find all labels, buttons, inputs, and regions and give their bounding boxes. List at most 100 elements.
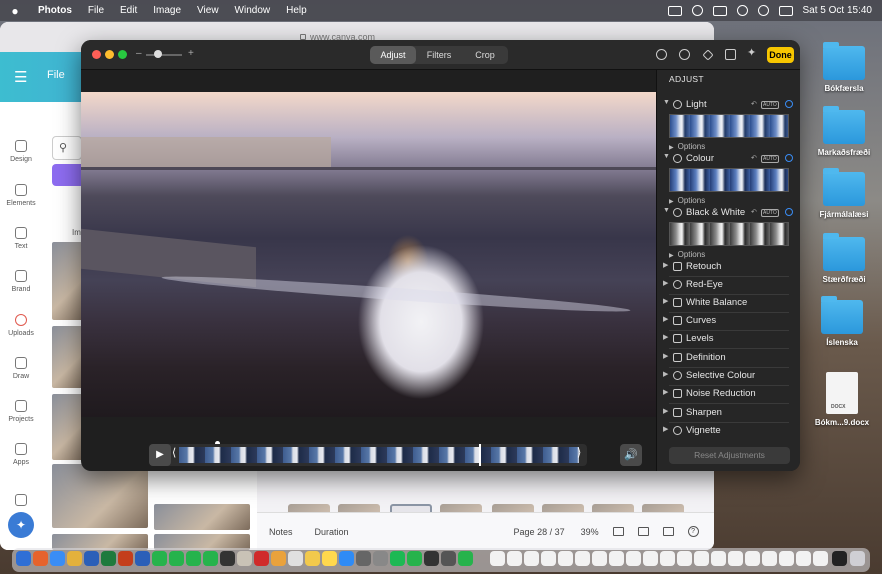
zoom-level[interactable]: 39%: [581, 527, 599, 537]
page-indicator[interactable]: Page 28 / 37: [514, 527, 565, 537]
chevron-down-icon[interactable]: ▼: [663, 207, 670, 214]
section-sharpen[interactable]: ▶ Sharpen: [661, 406, 797, 420]
document-icon[interactable]: [524, 551, 539, 566]
rotate-icon[interactable]: [725, 49, 736, 60]
trash-icon[interactable]: [850, 551, 865, 566]
trim-left-handle[interactable]: ⟨: [172, 446, 176, 459]
search-icon[interactable]: ⚲: [52, 136, 82, 160]
video-preview[interactable]: [81, 92, 656, 417]
screen-share-icon[interactable]: [667, 5, 682, 16]
app-icon[interactable]: [254, 551, 269, 566]
duration-button[interactable]: Duration: [315, 527, 349, 537]
play-status-icon[interactable]: [691, 5, 703, 16]
section-selective-colour[interactable]: ▶ Selective Colour: [661, 369, 797, 383]
undo-icon[interactable]: ↶: [751, 100, 757, 108]
info-icon[interactable]: [656, 49, 667, 60]
sidebar-item-uploads[interactable]: Uploads: [0, 314, 42, 337]
enable-toggle[interactable]: [785, 154, 793, 162]
section-red-eye[interactable]: ▶ Red-Eye: [661, 278, 797, 292]
sidebar-item-elements[interactable]: Elements: [0, 184, 42, 207]
fullscreen-button[interactable]: [118, 50, 127, 59]
section-noise-reduction[interactable]: ▶ Noise Reduction: [661, 387, 797, 401]
enable-toggle[interactable]: [785, 208, 793, 216]
auto-enhance-icon[interactable]: ✦: [747, 46, 758, 59]
document-icon[interactable]: [507, 551, 522, 566]
colour-slider-strip[interactable]: [669, 168, 789, 192]
messages-icon[interactable]: [152, 551, 167, 566]
desktop-docx-file[interactable]: DOCX Bókm...9.docx: [812, 372, 872, 427]
section-vignette[interactable]: ▶ Vignette: [661, 424, 797, 438]
sidebar-item-brand[interactable]: Brand: [0, 270, 42, 293]
more-options-icon[interactable]: [679, 49, 690, 60]
document-icon[interactable]: [541, 551, 556, 566]
app-icon[interactable]: [220, 551, 235, 566]
playhead[interactable]: [479, 444, 481, 466]
menu-file[interactable]: File: [80, 5, 112, 16]
magic-sparkle-button[interactable]: ✦: [8, 512, 34, 538]
document-icon[interactable]: [745, 551, 760, 566]
document-icon[interactable]: [728, 551, 743, 566]
document-icon[interactable]: [558, 551, 573, 566]
app-icon[interactable]: [84, 551, 99, 566]
document-icon[interactable]: [796, 551, 811, 566]
desktop-folder[interactable]: Stærðfræði: [814, 233, 874, 284]
powerpoint-icon[interactable]: [118, 551, 133, 566]
document-icon[interactable]: [711, 551, 726, 566]
section-white-balance[interactable]: ▶ White Balance: [661, 296, 797, 310]
app-store-icon[interactable]: [339, 551, 354, 566]
settings-icon[interactable]: [373, 551, 388, 566]
auto-button[interactable]: AUTO: [761, 155, 779, 163]
minimize-button[interactable]: [105, 50, 114, 59]
sidebar-item-projects[interactable]: Projects: [0, 400, 42, 423]
control-center-icon[interactable]: [778, 5, 793, 16]
play-button[interactable]: ▶: [149, 444, 171, 466]
word-icon[interactable]: [135, 551, 150, 566]
zoom-slider[interactable]: – +: [136, 48, 194, 62]
tab-filters[interactable]: Filters: [416, 46, 462, 64]
sidebar-item-design[interactable]: Design: [0, 140, 42, 163]
volume-icon[interactable]: 🔊: [620, 444, 642, 466]
whatsapp-icon[interactable]: [186, 551, 201, 566]
menu-window[interactable]: Window: [227, 5, 279, 16]
menu-view[interactable]: View: [189, 5, 227, 16]
undo-icon[interactable]: ↶: [751, 208, 757, 216]
section-definition[interactable]: ▶ Definition: [661, 351, 797, 365]
desktop-folder[interactable]: Bókfærsla: [814, 42, 874, 93]
app-icon[interactable]: [237, 551, 252, 566]
chrome-icon[interactable]: [67, 551, 82, 566]
document-icon[interactable]: [490, 551, 505, 566]
menu-app-name[interactable]: Photos: [30, 5, 80, 16]
sidebar-item-draw[interactable]: Draw: [0, 357, 42, 380]
document-icon[interactable]: [813, 551, 828, 566]
document-icon[interactable]: [643, 551, 658, 566]
app-icon[interactable]: [407, 551, 422, 566]
notes-button[interactable]: Notes: [269, 527, 293, 537]
section-light[interactable]: ▼ Light ↶ AUTO: [661, 98, 797, 112]
app-icon[interactable]: [441, 551, 456, 566]
section-levels[interactable]: ▶ Levels: [661, 332, 797, 346]
auto-button[interactable]: AUTO: [761, 209, 779, 217]
photos-icon[interactable]: [271, 551, 286, 566]
pages-view-icon[interactable]: [612, 527, 624, 536]
document-icon[interactable]: [592, 551, 607, 566]
sidebar-item-extra[interactable]: [0, 494, 42, 510]
safari-icon[interactable]: [50, 551, 65, 566]
document-icon[interactable]: [694, 551, 709, 566]
desktop-folder[interactable]: Markaðsfræði: [814, 106, 874, 157]
calendar-icon[interactable]: [288, 551, 303, 566]
undo-icon[interactable]: ↶: [751, 154, 757, 162]
desktop-folder[interactable]: Fjármálalæsi: [814, 168, 874, 219]
zoom-knob[interactable]: [154, 50, 162, 58]
help-icon[interactable]: ?: [687, 526, 699, 537]
fullscreen-icon[interactable]: [662, 527, 674, 536]
search-icon[interactable]: [757, 5, 769, 16]
menu-help[interactable]: Help: [278, 5, 315, 16]
document-icon[interactable]: [677, 551, 692, 566]
excel-icon[interactable]: [101, 551, 116, 566]
document-icon[interactable]: [762, 551, 777, 566]
app-icon[interactable]: [424, 551, 439, 566]
sidebar-item-apps[interactable]: Apps: [0, 443, 42, 466]
section-retouch[interactable]: ▶ Retouch: [661, 260, 797, 274]
close-button[interactable]: [92, 50, 101, 59]
spotify-icon[interactable]: [390, 551, 405, 566]
